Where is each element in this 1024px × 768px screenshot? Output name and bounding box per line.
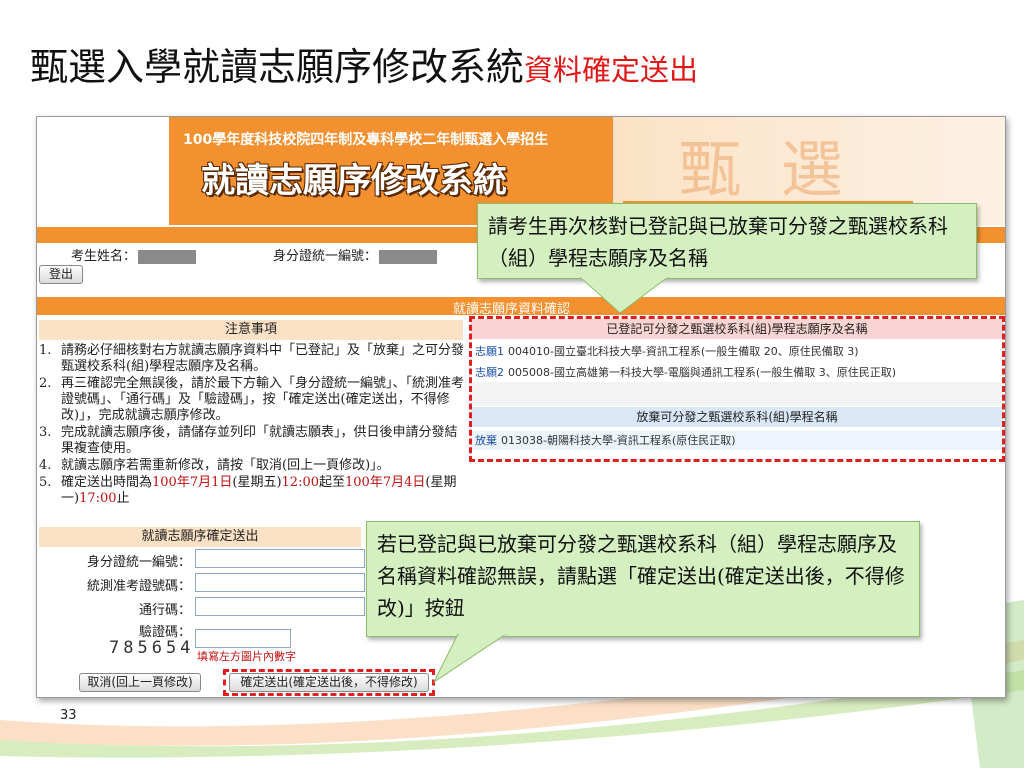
- note-item: 4. 就讀志願序若需重新修改，請按「取消(回上一頁修改)」。: [39, 458, 467, 474]
- slide-title: 甄選入學就讀志願序修改系統資料確定送出: [30, 36, 698, 96]
- banner-watermark: 甄 選: [679, 133, 853, 206]
- callout-verify-tail: [580, 277, 669, 314]
- student-name-masked: [138, 249, 197, 264]
- note-deadline-text: 確定送出時間為100年7月1日(星期五)12:00起至100年7月4日(星期一)…: [61, 475, 467, 507]
- student-name-label: 考生姓名：: [71, 249, 137, 264]
- student-name-field: 考生姓名：: [71, 245, 197, 264]
- submit-button[interactable]: 確定送出(確定送出後，不得修改): [229, 673, 429, 692]
- note-item: 2. 再三確認完全無誤後，請於最下方輸入「身分證統一編號」、「統測准考證號碼」、「…: [39, 376, 467, 424]
- note-text: 再三確認完全無誤後，請於最下方輸入「身分證統一編號」、「統測准考證號碼」、「通行…: [61, 376, 465, 423]
- deadline-start-time: 12:00: [281, 475, 319, 490]
- section-bar: 就讀志願序資料確認: [37, 297, 1005, 317]
- slide-title-suffix: 資料確定送出: [524, 53, 699, 87]
- deadline-mid: 起至: [319, 475, 346, 490]
- cancel-button[interactable]: 取消(回上一頁修改): [79, 673, 201, 692]
- passcode-input[interactable]: [195, 597, 365, 616]
- captcha-hint: 填寫左方圖片內數字: [197, 650, 296, 663]
- note-number: 5.: [39, 475, 52, 490]
- notes-heading: 注意事項: [39, 320, 463, 340]
- note-text: 請務必仔細核對右方就讀志願序資料中「已登記」及「放棄」之可分發甄選校系科(組)學…: [61, 343, 465, 374]
- choices-highlight: [469, 316, 1005, 462]
- note-text: 完成就讀志願序後，請儲存並列印「就讀志願表」，供日後申請分發結果複查使用。: [61, 425, 458, 456]
- banner-title: 就讀志願序修改系統: [201, 161, 507, 201]
- exam-number-input[interactable]: [195, 573, 365, 592]
- deadline-end-date: 100年7月4日: [345, 475, 426, 490]
- callout-verify: 請考生再次核對已登記與已放棄可分發之甄選校系科（組）學程志願序及名稱: [477, 203, 977, 279]
- captcha-image: 785654: [109, 638, 195, 658]
- note-item: 3. 完成就讀志願序後，請儲存並列印「就讀志願表」，供日後申請分發結果複查使用。: [39, 425, 467, 457]
- callout-submit-tail: [432, 634, 507, 684]
- note-number: 2.: [39, 376, 52, 391]
- passcode-label: 通行碼：: [138, 603, 191, 618]
- student-id-field: 身分證統一編號：: [273, 245, 438, 264]
- deadline-suffix: 止: [116, 491, 130, 506]
- note-text: 就讀志願序若需重新修改，請按「取消(回上一頁修改)」。: [61, 458, 390, 473]
- id-number-input[interactable]: [195, 549, 365, 568]
- slide-title-main: 甄選入學就讀志願序修改系統: [30, 45, 525, 89]
- note-item-deadline: 5. 確定送出時間為100年7月1日(星期五)12:00起至100年7月4日(星…: [39, 475, 467, 507]
- deadline-start-day: (星期五): [232, 475, 282, 490]
- banner-subtitle: 100學年度科技校院四年制及專科學校二年制甄選入學招生: [183, 132, 549, 148]
- id-number-label: 身分證統一編號：: [86, 555, 191, 570]
- student-id-label: 身分證統一編號：: [273, 249, 378, 264]
- callout-submit: 若已登記與已放棄可分發之甄選校系科（組）學程志願序及名稱資料確認無誤，請點選「確…: [366, 521, 920, 637]
- confirm-heading: 就讀志願序確定送出: [39, 527, 361, 547]
- verify-code-input[interactable]: [195, 629, 291, 648]
- deadline-end-time: 17:00: [79, 491, 117, 506]
- deadline-start-date: 100年7月1日: [152, 475, 233, 490]
- exam-number-label: 統測准考證號碼：: [86, 579, 191, 594]
- note-number: 3.: [39, 425, 52, 440]
- note-item: 1. 請務必仔細核對右方就讀志願序資料中「已登記」及「放棄」之可分發甄選校系科(組…: [39, 343, 467, 375]
- notes-list: 1. 請務必仔細核對右方就讀志願序資料中「已登記」及「放棄」之可分發甄選校系科(組…: [39, 343, 467, 508]
- note-number: 1.: [39, 343, 52, 358]
- deadline-prefix: 確定送出時間為: [61, 475, 153, 490]
- page-number: 33: [60, 708, 77, 723]
- note-number: 4.: [39, 458, 52, 473]
- logout-button[interactable]: 登出: [39, 265, 83, 284]
- student-id-masked: [379, 249, 438, 264]
